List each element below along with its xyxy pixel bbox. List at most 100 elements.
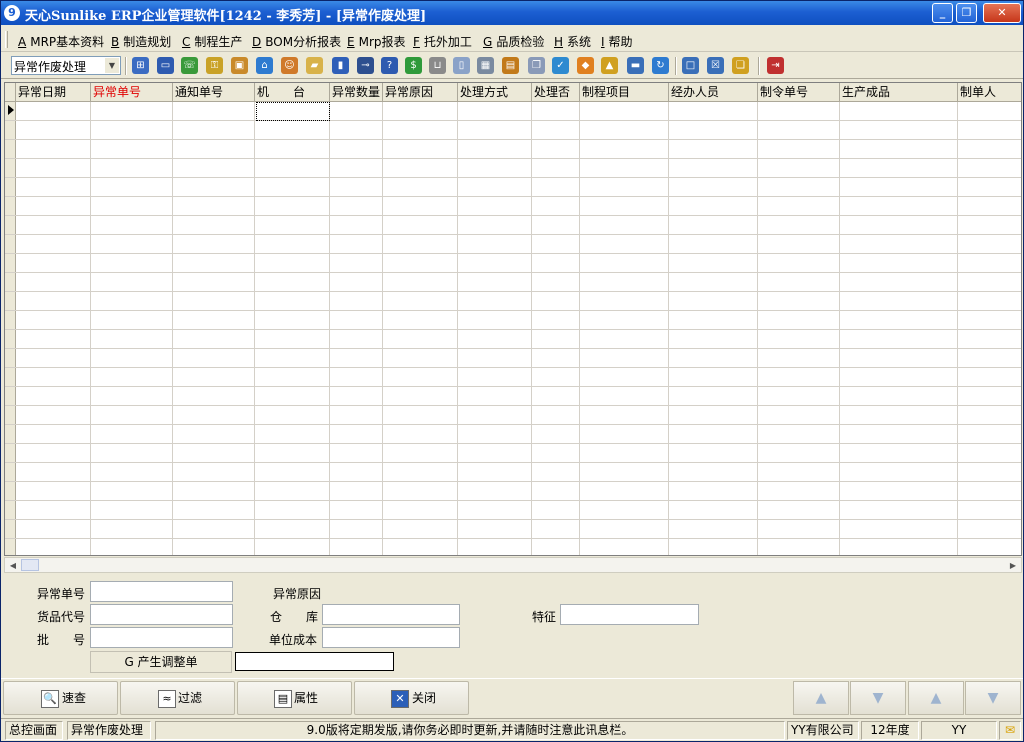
data-grid[interactable]: 异常日期 异常单号 通知单号机 台异常数量 异常原因 处理方式 处理否 制程项目 经办人员 制令… (4, 82, 1022, 556)
row-header[interactable] (5, 444, 16, 463)
menu-item-f[interactable]: F 托外加工 (413, 33, 472, 50)
status-current-tab[interactable]: 异常作废处理 (67, 721, 151, 740)
row-header[interactable] (5, 425, 16, 444)
column-header[interactable]: 异常单号 (91, 83, 173, 102)
mail-icon[interactable]: ✉ (999, 721, 1021, 740)
unit-cost-field[interactable] (322, 627, 460, 648)
menu-item-h[interactable]: H 系统 (554, 33, 591, 50)
row-header[interactable] (5, 330, 16, 349)
tile-windows-icon[interactable]: ❏ (732, 57, 749, 74)
row-header[interactable] (5, 520, 16, 539)
pin-icon[interactable]: ⊸ (357, 57, 374, 74)
properties-button[interactable]: ▤ 属性 (237, 681, 352, 715)
scroll-thumb[interactable] (21, 559, 39, 571)
row-header[interactable] (5, 159, 16, 178)
restore-button[interactable]: ❐ (956, 3, 977, 23)
org-chart-icon[interactable]: ⊞ (132, 57, 149, 74)
column-header[interactable]: 异常原因 (383, 83, 458, 102)
folder-open-icon[interactable]: ▰ (306, 57, 323, 74)
scroll-right-icon[interactable]: ▶ (1006, 559, 1020, 572)
home-icon[interactable]: ⌂ (256, 57, 273, 74)
column-header[interactable]: 处理方式 (458, 83, 532, 102)
column-header[interactable]: 制单人 (958, 83, 1021, 102)
row-header[interactable] (5, 273, 16, 292)
row-header[interactable] (5, 235, 16, 254)
cart-icon[interactable]: ⊔ (429, 57, 446, 74)
row-header[interactable] (5, 254, 16, 273)
document-icon[interactable]: ▯ (453, 57, 470, 74)
warehouse-field[interactable] (322, 604, 460, 625)
bell-icon[interactable]: ◆ (577, 57, 594, 74)
user-key-icon[interactable]: ⚿ (206, 57, 223, 74)
column-header[interactable]: 制程项目 (580, 83, 669, 102)
batch-field[interactable] (90, 627, 233, 648)
row-header[interactable] (5, 482, 16, 501)
copy-icon[interactable]: ❐ (528, 57, 545, 74)
search-button[interactable]: 🔍 速查 (3, 681, 118, 715)
check-icon[interactable]: ✓ (552, 57, 569, 74)
first-record-button[interactable]: ▲ (793, 681, 849, 715)
group-icon[interactable]: ☺ (281, 57, 298, 74)
row-header[interactable] (5, 178, 16, 197)
row-header[interactable] (5, 140, 16, 159)
filter-button[interactable]: ≈ 过滤 (120, 681, 235, 715)
row-header[interactable] (5, 501, 16, 520)
calculator-icon[interactable]: ▦ (477, 57, 494, 74)
abnormal-no-field[interactable] (90, 581, 233, 602)
next-record-button[interactable]: ▼ (965, 681, 1021, 715)
row-header[interactable] (5, 406, 16, 425)
hierarchy-icon[interactable]: ▲ (601, 57, 618, 74)
menu-item-g[interactable]: G 品质检验 (483, 33, 544, 50)
row-header[interactable] (5, 311, 16, 330)
menu-item-i[interactable]: I 帮助 (601, 33, 633, 50)
title-bar[interactable]: 9 天心Sunlike ERP企业管理软件[1242 - 李秀芳] - [异常作… (1, 1, 1023, 25)
column-header[interactable]: 经办人员 (669, 83, 758, 102)
archive-icon[interactable]: ▤ (502, 57, 519, 74)
screen-icon[interactable]: ▬ (627, 57, 644, 74)
column-header[interactable]: 处理否 (532, 83, 580, 102)
item-code-field[interactable] (90, 604, 233, 625)
column-header[interactable]: 异常数量 (330, 83, 383, 102)
column-header[interactable]: 异常日期 (16, 83, 91, 102)
help-icon[interactable]: ? (381, 57, 398, 74)
previous-record-button[interactable]: ▲ (908, 681, 964, 715)
row-header[interactable] (5, 463, 16, 482)
adjustment-no-field[interactable] (235, 652, 394, 671)
row-header[interactable] (5, 387, 16, 406)
column-header[interactable]: 制令单号 (758, 83, 840, 102)
row-header[interactable] (5, 121, 16, 140)
menu-item-a[interactable]: A MRP基本资料 (18, 33, 104, 50)
bookmark-icon[interactable]: ▮ (332, 57, 349, 74)
menu-item-b[interactable]: B 制造规划 (111, 33, 171, 50)
column-header[interactable]: 生产成品 (840, 83, 958, 102)
column-header[interactable]: 机 台 (255, 83, 330, 102)
menu-item-e[interactable]: E Mrp报表 (347, 33, 406, 50)
module-select[interactable]: 异常作废处理 ▼ (11, 56, 121, 75)
exit-icon[interactable]: ⇥ (767, 57, 784, 74)
monitor-icon[interactable]: ▭ (157, 57, 174, 74)
scroll-left-icon[interactable]: ◀ (6, 559, 20, 572)
close-box-icon[interactable]: ☒ (707, 57, 724, 74)
row-header[interactable] (5, 539, 16, 555)
generate-adjustment-button[interactable]: G 产生调整单 (90, 651, 232, 673)
row-header[interactable] (5, 197, 16, 216)
refresh-icon[interactable]: ↻ (652, 57, 669, 74)
chevron-down-icon[interactable]: ▼ (105, 58, 119, 73)
menu-item-c[interactable]: C 制程生产 (182, 33, 242, 50)
briefcase-icon[interactable]: ▣ (231, 57, 248, 74)
row-header[interactable] (5, 292, 16, 311)
row-header[interactable] (5, 216, 16, 235)
last-record-button[interactable]: ▼ (850, 681, 906, 715)
menu-item-d[interactable]: D BOM分析报表 (252, 33, 341, 50)
column-header[interactable]: 通知单号 (173, 83, 255, 102)
dollar-icon[interactable]: $ (405, 57, 422, 74)
row-header[interactable] (5, 349, 16, 368)
status-main-screen[interactable]: 总控画面 (5, 721, 63, 740)
horizontal-scrollbar[interactable]: ◀ ▶ (4, 557, 1022, 573)
current-cell[interactable] (256, 102, 330, 121)
close-window-button[interactable]: ✕ (983, 3, 1021, 23)
phone-icon[interactable]: ☏ (181, 57, 198, 74)
feature-field[interactable] (560, 604, 699, 625)
row-header[interactable] (5, 368, 16, 387)
minimize-button[interactable]: _ (932, 3, 953, 23)
